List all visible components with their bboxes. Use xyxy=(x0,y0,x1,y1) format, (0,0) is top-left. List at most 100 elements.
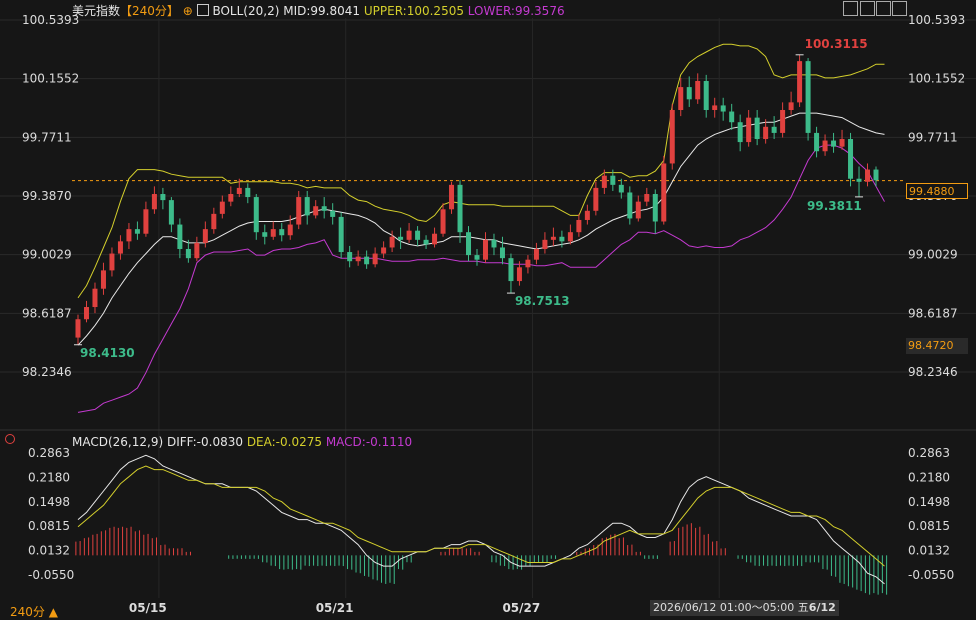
period-label[interactable]: 240分 ▲ xyxy=(10,603,58,620)
hover-time: 2026/06/12 01:00～05:00 五6/12 xyxy=(650,600,839,616)
candle xyxy=(313,200,319,219)
hover-date-cut: 6/12 xyxy=(808,601,836,614)
candle xyxy=(635,195,641,222)
price-chart[interactable]: 100.5393 100.5393 100.1552 100.1552 99.7711 9… xyxy=(0,0,976,617)
candle-body xyxy=(729,111,735,123)
grid-lines xyxy=(0,18,976,598)
candle-body xyxy=(754,117,760,140)
candle-body xyxy=(287,224,293,236)
price-tick-left: 100.5393 xyxy=(22,13,79,27)
candle xyxy=(202,221,208,248)
indicator-icon[interactable] xyxy=(196,4,209,16)
candle xyxy=(372,247,378,268)
macd-label[interactable]: MACD(26,12,9) xyxy=(72,435,163,449)
macd-dea: DEA:-0.0275 xyxy=(246,435,322,449)
candle-body xyxy=(75,319,81,338)
candle xyxy=(168,197,174,233)
candle-body xyxy=(873,169,879,181)
macd-tick-right: 0.1498 xyxy=(908,495,950,509)
candle xyxy=(228,186,234,207)
macd-tick-left: 0.2180 xyxy=(28,470,70,484)
macd-toggle-icon[interactable] xyxy=(5,434,15,444)
candle-body xyxy=(202,229,208,243)
candle-body xyxy=(466,232,472,256)
candle-body xyxy=(593,187,599,211)
boll-label[interactable]: BOLL(20,2) xyxy=(212,4,279,18)
candle xyxy=(194,236,200,262)
candle xyxy=(644,187,650,207)
candle-body xyxy=(100,270,106,289)
candle-body xyxy=(474,255,480,260)
candle xyxy=(788,91,794,115)
candle-body xyxy=(313,206,319,216)
candle-body xyxy=(134,229,140,234)
candle xyxy=(219,195,225,219)
period-tag[interactable]: 【240分】 xyxy=(120,4,179,18)
candle xyxy=(321,197,327,219)
candle-body xyxy=(525,259,531,268)
candle-body xyxy=(109,253,115,271)
candle-body xyxy=(601,175,607,188)
macd-tick-left: -0.0550 xyxy=(28,568,74,582)
candle xyxy=(661,155,667,225)
candle xyxy=(627,186,633,225)
macd-value: MACD:-0.1110 xyxy=(325,435,413,449)
candle-body xyxy=(720,105,726,112)
chart-icon[interactable] xyxy=(876,1,891,16)
candle xyxy=(296,190,302,230)
macd-tick-left: 0.1498 xyxy=(28,495,70,509)
candle xyxy=(449,181,455,214)
candle xyxy=(746,110,752,147)
candle xyxy=(457,180,463,243)
candle xyxy=(797,54,803,107)
candle xyxy=(584,204,590,225)
candle-body xyxy=(211,213,217,230)
macd-tick-left: 0.0132 xyxy=(28,544,70,558)
candle xyxy=(432,227,438,248)
candle xyxy=(805,58,811,141)
candle xyxy=(754,110,760,146)
candle xyxy=(576,213,582,237)
high-label: 100.3115 xyxy=(805,37,868,51)
axes: 100.5393 100.5393 100.1552 100.1552 99.7711 9… xyxy=(22,13,965,615)
candle-body xyxy=(584,210,590,220)
price-tick-right: 99.0029 xyxy=(908,248,958,262)
candle-body xyxy=(737,122,743,143)
candle-body xyxy=(151,194,157,210)
candle-body xyxy=(117,241,123,254)
macd-panel xyxy=(75,454,888,595)
candle xyxy=(398,227,404,249)
crosshair-icon[interactable] xyxy=(843,1,858,16)
candle xyxy=(381,241,387,259)
price-tick-left: 99.7711 xyxy=(22,130,72,144)
expand-icon[interactable] xyxy=(860,1,875,16)
candle xyxy=(550,227,556,246)
candle-body xyxy=(168,200,174,225)
price-tick-left: 98.6187 xyxy=(22,306,72,320)
boll-upper: UPPER:100.2505 xyxy=(363,4,464,18)
candle xyxy=(117,235,123,260)
crosshair-price-tag: 98.4720 xyxy=(906,338,968,354)
candle xyxy=(499,236,505,265)
candle xyxy=(245,183,251,204)
candle-body xyxy=(610,175,616,185)
candle-body xyxy=(780,110,786,133)
candle xyxy=(516,261,522,286)
candle xyxy=(865,163,871,187)
candle xyxy=(466,226,472,262)
candle xyxy=(482,232,488,263)
candle xyxy=(780,102,786,138)
fullscreen-icon[interactable] xyxy=(892,1,907,16)
settings-icon[interactable]: ⊕ xyxy=(183,4,193,18)
candle-body xyxy=(423,239,429,245)
candle-body xyxy=(542,239,548,249)
candle-body xyxy=(372,253,378,265)
candle-body xyxy=(686,87,692,100)
candle xyxy=(211,207,217,234)
candle xyxy=(669,103,675,170)
candle-body xyxy=(364,256,370,265)
candle xyxy=(143,201,149,237)
candle xyxy=(831,132,837,153)
candle-body xyxy=(856,178,862,182)
candle-body xyxy=(304,197,310,216)
